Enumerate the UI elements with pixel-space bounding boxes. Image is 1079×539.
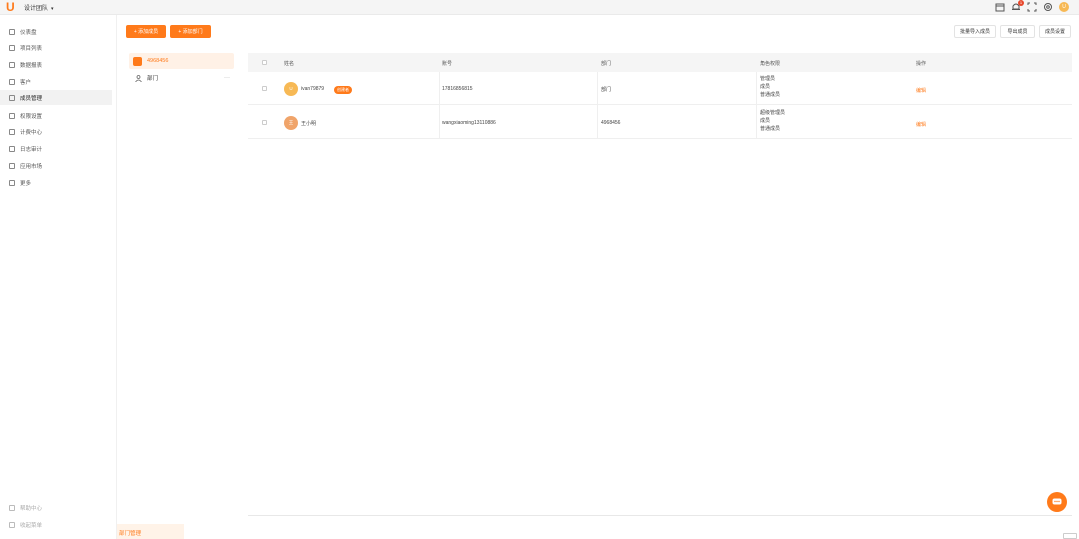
table-row[interactable]: 王 王小明 wangxiaoming13110886 4968456 超级管理员… <box>248 106 1072 139</box>
sidebar-item-label: 日志审计 <box>20 146 43 153</box>
add-member-button[interactable]: + 添加成员 <box>126 25 166 38</box>
sidebar-item-label: 收起菜单 <box>20 523 43 529</box>
sidebar: 仪表盘 项目列表 数据报表 客户 成员管理 权限设置 计费中心 日志审计 应用市… <box>0 15 117 539</box>
role-label: 管理员 <box>760 76 776 82</box>
sidebar-item-projects[interactable]: 项目列表 <box>0 40 112 55</box>
collapse-icon <box>9 522 15 528</box>
gear-icon[interactable] <box>1043 2 1053 12</box>
list-icon <box>9 44 15 51</box>
billing-icon <box>9 128 15 135</box>
table-header: 姓名 账号 部门 角色权限 操作 <box>248 53 1072 72</box>
more-icon <box>9 179 15 186</box>
members-icon <box>9 94 15 101</box>
sidebar-item-label: 客户 <box>20 79 32 86</box>
edit-link[interactable]: 编辑 <box>916 121 926 128</box>
table-row[interactable]: U ivan79879 创建者 17816856815 部门 管理员 成员 普通… <box>248 72 1072 105</box>
sidebar-item-dashboard[interactable]: 仪表盘 <box>0 24 112 39</box>
sidebar-item-more[interactable]: 更多 <box>0 175 112 190</box>
home-icon <box>9 28 15 35</box>
more-icon[interactable]: ··· <box>224 75 230 81</box>
sidebar-item-members[interactable]: 成员管理 <box>0 90 112 105</box>
app-logo[interactable]: U <box>6 1 16 13</box>
fullscreen-icon[interactable] <box>1027 2 1037 12</box>
member-roles: 超级管理员 成员 普通成员 <box>760 109 785 133</box>
row-checkbox[interactable] <box>262 86 267 91</box>
member-name: 王小明 <box>301 121 317 127</box>
sidebar-item-label: 仪表盘 <box>20 29 37 36</box>
building-icon <box>133 56 142 66</box>
org-name: 设计团队 <box>24 6 49 12</box>
column-header-account: 账号 <box>442 61 453 67</box>
sidebar-item-label: 成员管理 <box>20 95 43 102</box>
export-button[interactable]: 导出成员 <box>1000 25 1035 38</box>
corner-button[interactable] <box>1063 533 1077 539</box>
sidebar-item-label: 权限设置 <box>20 113 43 120</box>
role-label: 普通成员 <box>760 126 781 132</box>
member-table: 姓名 账号 部门 角色权限 操作 U ivan79879 创建者 1781685… <box>248 53 1072 139</box>
sidebar-collapse[interactable]: 收起菜单 <box>9 521 42 529</box>
member-roles: 管理员 成员 普通成员 <box>760 75 780 99</box>
tree-item-label: 部门 <box>147 76 159 82</box>
org-switcher[interactable]: 设计团队 ▾ <box>24 3 54 12</box>
sidebar-item-label: 帮助中心 <box>20 506 43 512</box>
sidebar-item-billing[interactable]: 计费中心 <box>0 124 112 139</box>
row-checkbox[interactable] <box>262 120 267 125</box>
chat-button[interactable] <box>1047 492 1067 512</box>
batch-import-button[interactable]: 批量导入成员 <box>954 25 996 38</box>
sidebar-item-logs[interactable]: 日志审计 <box>0 141 112 156</box>
sidebar-item-label: 计费中心 <box>20 129 43 136</box>
sidebar-item-permissions[interactable]: 权限设置 <box>0 108 112 123</box>
select-all-checkbox[interactable] <box>262 60 267 65</box>
member-account: wangxiaoming13110886 <box>442 120 496 126</box>
role-label: 成员 <box>760 84 771 90</box>
top-bar: U 设计团队 ▾ 1 U <box>0 0 1079 15</box>
column-header-roles: 角色权限 <box>760 61 781 67</box>
sidebar-item-label: 数据报表 <box>20 62 43 69</box>
tree-item-label: 4968456 <box>147 58 169 64</box>
log-icon <box>9 145 15 152</box>
add-department-button[interactable]: + 添加部门 <box>170 25 211 38</box>
user-avatar[interactable]: U <box>1059 2 1069 12</box>
sidebar-item-label: 更多 <box>20 180 32 187</box>
member-department: 4968456 <box>601 120 621 126</box>
divider <box>248 515 1072 516</box>
notification-badge: 1 <box>1018 0 1024 6</box>
sidebar-item-label: 项目列表 <box>20 45 43 52</box>
calendar-icon[interactable] <box>995 2 1005 12</box>
avatar: 王 <box>284 116 298 130</box>
tree-item-department[interactable]: 部门 ··· <box>129 70 234 86</box>
sidebar-item-apps[interactable]: 应用市场 <box>0 158 112 173</box>
chat-icon <box>1052 498 1062 504</box>
role-label: 超级管理员 <box>760 110 786 116</box>
column-header-department: 部门 <box>601 61 612 67</box>
tree-item-root[interactable]: 4968456 <box>129 53 234 69</box>
avatar: U <box>284 82 298 96</box>
help-icon <box>9 505 15 511</box>
edit-link[interactable]: 编辑 <box>916 87 926 94</box>
report-icon <box>9 61 15 68</box>
sidebar-item-label: 应用市场 <box>20 163 43 170</box>
member-account: 17816856815 <box>442 86 473 92</box>
sidebar-item-reports[interactable]: 数据报表 <box>0 57 112 72</box>
apps-icon <box>9 162 15 169</box>
column-header-actions: 操作 <box>916 61 927 67</box>
chevron-down-icon: ▾ <box>51 6 54 12</box>
role-label: 成员 <box>760 118 771 124</box>
member-settings-button[interactable]: 成员设置 <box>1039 25 1071 38</box>
status-badge: 创建者 <box>334 86 352 94</box>
sidebar-item-customers[interactable]: 客户 <box>0 74 112 89</box>
bottom-tab[interactable]: 部门管理 <box>117 524 184 539</box>
user-icon <box>9 78 15 85</box>
member-name: ivan79879 <box>301 86 325 92</box>
bell-icon[interactable]: 1 <box>1011 0 1024 12</box>
lock-icon <box>9 112 15 119</box>
people-icon <box>135 74 142 82</box>
column-header-name: 姓名 <box>284 61 295 67</box>
sidebar-help[interactable]: 帮助中心 <box>9 504 42 512</box>
member-department: 部门 <box>601 87 612 93</box>
role-label: 普通成员 <box>760 92 781 98</box>
